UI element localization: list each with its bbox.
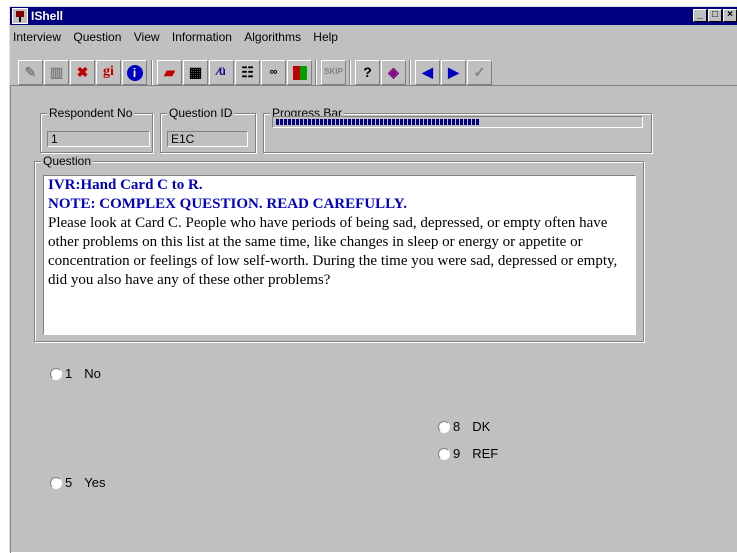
radio-button[interactable] xyxy=(50,477,62,489)
question-note: NOTE: COMPLEX QUESTION. READ CAREFULLY. xyxy=(48,196,407,212)
next-arrow-icon[interactable]: ▶ xyxy=(441,60,466,85)
glasses-icon[interactable]: ∞ xyxy=(261,60,286,85)
menu-bar: Interview Question View Information Algo… xyxy=(10,26,737,46)
menu-help[interactable]: Help xyxy=(310,26,341,44)
question-id-label: Question ID xyxy=(167,106,235,120)
question-group: Question IVR:Hand Card C to R. NOTE: COM… xyxy=(34,154,644,342)
close-button[interactable]: × xyxy=(723,9,737,22)
minimize-button[interactable]: _ xyxy=(693,9,707,22)
menu-view[interactable]: View xyxy=(131,26,163,44)
title-bar[interactable]: IShell _ □ × xyxy=(10,7,737,25)
book-icon[interactable]: ▥ xyxy=(44,60,69,85)
delete-icon[interactable]: ✖ xyxy=(70,60,95,85)
answer-ref[interactable]: 9 REF xyxy=(438,446,498,461)
answer-yes[interactable]: 5 Yes xyxy=(50,475,105,490)
answer-dk[interactable]: 8 DK xyxy=(438,419,490,434)
gi-icon[interactable]: gi xyxy=(96,60,121,85)
info-icon[interactable]: i xyxy=(122,60,147,85)
toolbar: ✎ ▥ ✖ gi i ▰ ▦ ⁄ü ☷ ∞ SKIP ? ◈ ◀ ▶ ✓ xyxy=(10,51,737,86)
menu-interview[interactable]: Interview xyxy=(10,26,64,44)
notebook-icon[interactable]: ▰ xyxy=(157,60,182,85)
radio-button[interactable] xyxy=(50,368,62,380)
remark-icon[interactable]: ◈ xyxy=(381,60,406,85)
radio-button[interactable] xyxy=(438,448,450,460)
question-body: Please look at Card C. People who have p… xyxy=(48,215,618,288)
question-text-area: IVR:Hand Card C to R. NOTE: COMPLEX QUES… xyxy=(43,175,636,335)
question-group-label: Question xyxy=(41,154,94,168)
question-instruction: IVR:Hand Card C to R. xyxy=(48,177,203,193)
calculator-icon[interactable]: ▦ xyxy=(183,60,208,85)
checkmark-icon[interactable]: ✓ xyxy=(467,60,492,85)
menu-information[interactable]: Information xyxy=(169,26,235,44)
progress-bar-fill xyxy=(276,119,479,125)
skip-icon[interactable]: SKIP xyxy=(321,60,346,85)
menu-question[interactable]: Question xyxy=(70,26,124,44)
respondent-label: Respondent No xyxy=(47,106,135,120)
pencil-icon[interactable]: ✎ xyxy=(18,60,43,85)
checklist-icon[interactable]: ☷ xyxy=(235,60,260,85)
window-title: IShell xyxy=(31,9,64,23)
progress-bar xyxy=(272,116,643,128)
previous-arrow-icon[interactable]: ◀ xyxy=(415,60,440,85)
question-id-field: E1C xyxy=(167,131,248,147)
color-palette-icon[interactable] xyxy=(287,60,312,85)
fraction-icon[interactable]: ⁄ü xyxy=(209,60,234,85)
answer-no[interactable]: 1 No xyxy=(50,366,101,381)
app-icon[interactable] xyxy=(12,8,28,24)
help-icon[interactable]: ? xyxy=(355,60,380,85)
radio-button[interactable] xyxy=(438,421,450,433)
respondent-number-field: 1 xyxy=(47,131,150,147)
menu-algorithms[interactable]: Algorithms xyxy=(241,26,304,44)
maximize-button[interactable]: □ xyxy=(708,9,722,22)
